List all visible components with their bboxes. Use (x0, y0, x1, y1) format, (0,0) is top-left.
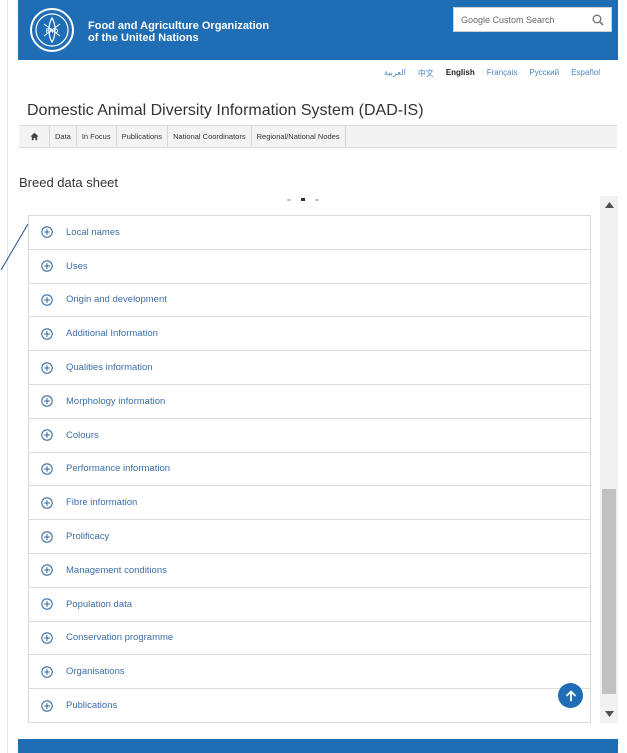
circle-plus-icon (41, 598, 53, 610)
circle-plus-icon (41, 632, 53, 644)
lang-chinese[interactable]: 中文 (418, 68, 434, 79)
nav-item-data[interactable]: Data (50, 126, 77, 147)
circle-plus-icon (41, 429, 53, 441)
accordion-item-label: Origin and development (66, 294, 167, 306)
site-header: FAO Food and Agriculture Organization of… (18, 0, 618, 60)
accordion-item[interactable]: Conservation programme (29, 620, 590, 655)
svg-text:FAO: FAO (46, 29, 59, 35)
accordion-item[interactable]: Fibre information (29, 485, 590, 519)
pager-dot-active[interactable] (301, 198, 305, 201)
scrollbar[interactable] (600, 196, 618, 723)
circle-plus-icon (41, 666, 53, 678)
accordion-item[interactable]: Organisations (29, 654, 590, 688)
nav-item-national-coordinators[interactable]: National Coordinators (168, 126, 252, 147)
lang-english[interactable]: English (446, 68, 475, 79)
accordion-item[interactable]: Origin and development (29, 282, 590, 317)
accordion-item-label: Morphology information (66, 395, 166, 407)
accordion-item[interactable]: Qualities information (29, 350, 590, 384)
accordion-item[interactable]: Uses (29, 248, 590, 283)
lang-french[interactable]: Français (487, 68, 518, 79)
accordion-item[interactable]: Morphology information (29, 383, 590, 418)
accordion-item-label: Fibre information (66, 497, 138, 509)
home-icon[interactable] (19, 126, 50, 147)
accordion-item-label: Organisations (66, 666, 125, 678)
accordion-item[interactable]: Additional Information (29, 316, 590, 350)
accordion-item-label: Management conditions (66, 564, 167, 576)
accordion-item-label: Performance information (66, 463, 171, 475)
main-nav: Data In Focus Publications National Coor… (19, 125, 617, 148)
page-title: Domestic Animal Diversity Information Sy… (27, 102, 424, 119)
search-input[interactable] (454, 8, 584, 31)
pager-dot[interactable] (315, 198, 319, 201)
circle-plus-icon (41, 395, 53, 408)
pager-dots (287, 198, 319, 201)
circle-plus-icon (41, 328, 53, 340)
scroll-down-arrow-icon[interactable] (600, 705, 618, 723)
section-title: Breed data sheet (19, 175, 119, 190)
search-icon[interactable] (589, 11, 607, 29)
back-to-top-button[interactable] (558, 683, 583, 708)
nav-item-regional-national-nodes[interactable]: Regional/National Nodes (252, 126, 346, 147)
circle-plus-icon (41, 260, 53, 272)
circle-plus-icon (41, 294, 53, 306)
fao-logo-icon[interactable]: FAO (30, 8, 74, 52)
lang-russian[interactable]: Русский (529, 68, 559, 79)
pager-dot[interactable] (287, 198, 291, 201)
nav-item-in-focus[interactable]: In Focus (77, 126, 117, 147)
accordion-item-label: Local names (66, 226, 120, 238)
language-selector: العربية 中文 English Français Русский Espa… (384, 68, 600, 79)
breed-accordion: Local names Uses Origin and development Add… (28, 215, 591, 723)
accordion-item-label: Uses (66, 260, 88, 272)
circle-plus-icon (41, 564, 53, 577)
lang-spanish[interactable]: Español (571, 68, 600, 79)
accordion-item[interactable]: Management conditions (29, 552, 590, 587)
circle-plus-icon (41, 497, 53, 509)
page: FAO Food and Agriculture Organization of… (0, 0, 627, 753)
accordion-item[interactable]: Publications (29, 688, 590, 722)
accordion-item[interactable]: Prolificacy (29, 519, 590, 553)
annotation-line (0, 223, 29, 271)
accordion-item-label: Additional Information (66, 328, 158, 340)
scroll-up-arrow-icon[interactable] (600, 196, 618, 214)
lang-arabic[interactable]: العربية (384, 68, 406, 79)
accordion-item[interactable]: Colours (29, 417, 590, 452)
accordion-item-label: Population data (66, 598, 133, 610)
org-name-line2: of the United Nations (88, 32, 199, 44)
search-box (453, 7, 612, 32)
scrollbar-thumb[interactable] (602, 489, 616, 694)
nav-item-publications[interactable]: Publications (117, 126, 169, 147)
accordion-item[interactable]: Local names (29, 215, 590, 249)
accordion-item-label: Publications (66, 700, 118, 712)
accordion-item[interactable]: Population data (29, 586, 590, 621)
circle-plus-icon (41, 530, 53, 543)
left-divider (7, 0, 8, 753)
arrow-up-icon (565, 690, 576, 701)
org-name: Food and Agriculture Organization of the… (88, 20, 269, 44)
site-footer (18, 739, 618, 753)
circle-plus-icon (41, 463, 53, 475)
accordion-item-label: Colours (66, 429, 99, 441)
org-name-line1: Food and Agriculture Organization (88, 20, 270, 32)
circle-plus-icon (41, 699, 53, 712)
circle-plus-icon (41, 226, 53, 239)
accordion-item-label: Qualities information (66, 362, 153, 374)
accordion-item-label: Conservation programme (66, 632, 174, 644)
accordion-item[interactable]: Performance information (29, 451, 590, 486)
circle-plus-icon (41, 361, 53, 374)
accordion-item-label: Prolificacy (66, 531, 110, 543)
